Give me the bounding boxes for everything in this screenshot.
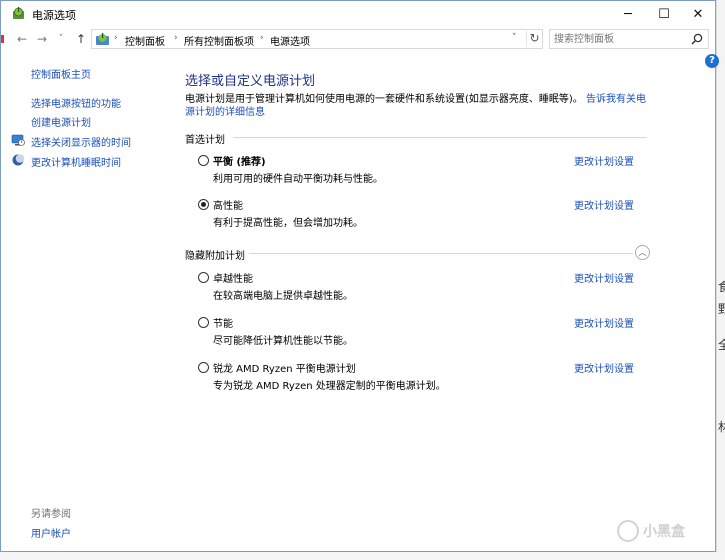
breadcrumb-separator[interactable]: › [260, 33, 264, 43]
plan-radio-balanced[interactable] [198, 155, 209, 166]
monitor-icon [11, 134, 25, 146]
page-description: 电源计划是用于管理计算机如何使用电源的一套硬件和系统设置(如显示器亮度、睡眠等)… [185, 93, 655, 119]
address-box[interactable]: › 控制面板 › 所有控制面板项 › 电源选项 ˅ ↻ [91, 29, 543, 49]
control-panel-icon [96, 33, 109, 45]
change-plan-settings-link[interactable]: 更改计划设置 [574, 360, 634, 375]
watermark: 小黑盒 [617, 520, 685, 542]
breadcrumb-all-items[interactable]: 所有控制面板项 [184, 33, 254, 48]
page-title: 选择或自定义电源计划 [185, 74, 316, 89]
change-plan-settings-link[interactable]: 更改计划设置 [574, 315, 634, 330]
address-bar: ← → ˅ ↑ › 控制面板 › 所有控制面板项 › 电源选项 ˅ ↻ [1, 27, 715, 51]
plan-name-power-saver[interactable]: 节能 [213, 315, 233, 330]
refresh-button[interactable]: ↻ [526, 31, 542, 47]
plan-name-high-performance[interactable]: 高性能 [213, 197, 243, 212]
breadcrumb-power-options[interactable]: 电源选项 [270, 33, 310, 48]
minimize-button[interactable]: ─ [611, 1, 645, 27]
plan-name-ultimate[interactable]: 卓越性能 [213, 270, 253, 285]
collapse-chevron-icon[interactable]: ︿ [635, 245, 650, 260]
breadcrumb-separator[interactable]: › [174, 33, 178, 43]
preferred-plans-heading: 首选计划 [185, 135, 225, 146]
power-options-window: 电源选项 ─ ☐ ✕ ← → ˅ ↑ › 控制面板 › 所有控制面板项 › 电源… [0, 0, 719, 552]
change-plan-settings-link[interactable]: 更改计划设置 [574, 153, 634, 168]
maximize-button[interactable]: ☐ [647, 1, 681, 27]
moon-icon [12, 154, 25, 166]
plan-radio-ultimate[interactable] [198, 272, 209, 283]
watermark-logo-icon [617, 520, 639, 542]
plan-desc-ryzen-balanced: 专为锐龙 AMD Ryzen 处理器定制的平衡电源计划。 [213, 381, 446, 392]
plan-desc-ultimate: 在较高端电脑上提供卓越性能。 [213, 291, 353, 302]
address-dropdown-button[interactable]: ˅ [512, 33, 517, 43]
power-options-icon [13, 7, 24, 19]
plan-radio-ryzen-balanced[interactable] [198, 362, 209, 373]
plan-desc-high-performance: 有利于提高性能，但会增加功耗。 [213, 218, 363, 229]
description-text: 电源计划是用于管理计算机如何使用电源的一套硬件和系统设置(如显示器亮度、睡眠等)… [185, 94, 583, 105]
taskbar-edge [0, 552, 725, 560]
sidebar-item-display-off[interactable]: 选择关闭显示器的时间 [31, 134, 131, 149]
sidebar-user-accounts-link[interactable]: 用户帐户 [31, 525, 71, 540]
plan-desc-balanced: 利用可用的硬件自动平衡功耗与性能。 [213, 174, 383, 185]
see-also-heading: 另请参阅 [31, 509, 71, 520]
divider [249, 253, 633, 254]
change-plan-settings-link[interactable]: 更改计划设置 [574, 270, 634, 285]
sidebar-item-sleep-time[interactable]: 更改计算机睡眠时间 [31, 154, 121, 169]
hidden-plans-heading: 隐藏附加计划 [185, 251, 245, 262]
background-glyph: 全 [718, 338, 725, 352]
search-icon[interactable] [690, 32, 704, 46]
sidebar-item-create-plan[interactable]: 创建电源计划 [31, 114, 91, 129]
background-glyph: 野 [718, 302, 725, 316]
back-button[interactable]: ← [14, 31, 30, 47]
divider [233, 137, 647, 138]
change-plan-settings-link[interactable]: 更改计划设置 [574, 197, 634, 212]
breadcrumb-separator[interactable]: › [114, 33, 118, 43]
search-input[interactable] [554, 32, 684, 46]
watermark-text: 小黑盒 [643, 524, 685, 540]
plan-radio-high-performance[interactable] [198, 199, 209, 210]
close-button[interactable]: ✕ [681, 1, 715, 27]
sidebar-item-power-button[interactable]: 选择电源按钮的功能 [31, 95, 121, 110]
background-glyph: 林 [718, 420, 725, 434]
breadcrumb-control-panel[interactable]: 控制面板 [125, 33, 165, 48]
window-title: 电源选项 [32, 9, 76, 22]
title-bar[interactable]: 电源选项 ─ ☐ ✕ [1, 1, 715, 27]
help-icon[interactable]: ? [705, 54, 719, 68]
background-glyph: 食 [718, 280, 725, 294]
search-box[interactable] [549, 29, 709, 49]
recent-locations-button[interactable]: ˅ [53, 31, 69, 47]
plan-radio-power-saver[interactable] [198, 317, 209, 328]
plan-name-ryzen-balanced[interactable]: 锐龙 AMD Ryzen 平衡电源计划 [213, 360, 356, 375]
plan-name-balanced[interactable]: 平衡 (推荐) [213, 153, 266, 168]
up-button[interactable]: ↑ [73, 31, 89, 47]
forward-button[interactable]: → [34, 31, 50, 47]
plan-desc-power-saver: 尽可能降低计算机性能以节能。 [213, 336, 353, 347]
sidebar-home-link[interactable]: 控制面板主页 [31, 66, 91, 81]
